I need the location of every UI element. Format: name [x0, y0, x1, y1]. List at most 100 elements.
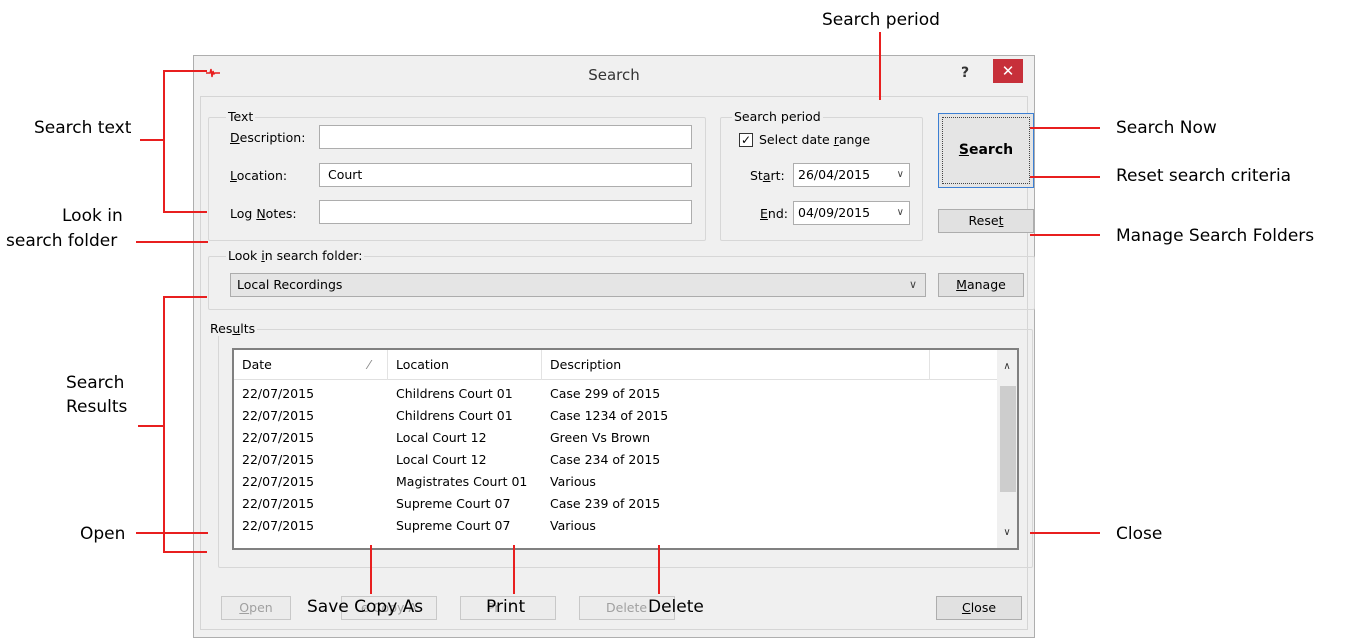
- cell-description: Case 1234 of 2015: [550, 408, 669, 423]
- search-button[interactable]: Search: [938, 113, 1034, 188]
- log-notes-field[interactable]: [319, 200, 692, 224]
- cell-location: Local Court 12: [396, 430, 487, 445]
- callout-line: [1030, 532, 1100, 534]
- title-bar[interactable]: Search ? ✕: [194, 56, 1034, 94]
- callout-line: [163, 296, 207, 298]
- help-button[interactable]: ?: [950, 62, 980, 84]
- callout-save-copy-as: Save Copy As: [307, 597, 424, 617]
- table-row[interactable]: 22/07/2015 Childrens Court 01 Case 299 o…: [234, 383, 992, 405]
- callout-line: [136, 532, 208, 534]
- cell-date: 22/07/2015: [242, 518, 315, 533]
- end-date-picker[interactable]: 04/09/2015 ∨: [793, 201, 910, 225]
- description-label: Description:: [230, 130, 306, 145]
- callout-reset: Reset search criteria: [1116, 166, 1292, 186]
- callout-delete: Delete: [648, 597, 704, 617]
- search-folder-value: Local Recordings: [237, 277, 343, 292]
- column-header-description[interactable]: Description: [542, 350, 930, 380]
- cell-location: Childrens Court 01: [396, 408, 513, 423]
- callout-line: [163, 296, 165, 553]
- results-scrollbar[interactable]: ∧ ∨: [997, 350, 1017, 548]
- callout-line: [140, 139, 164, 141]
- callout-line: [513, 545, 515, 594]
- table-row[interactable]: 22/07/2015 Local Court 12 Green Vs Brown: [234, 427, 992, 449]
- callout-open: Open: [80, 524, 126, 544]
- callout-close: Close: [1116, 524, 1163, 544]
- table-row[interactable]: 22/07/2015 Childrens Court 01 Case 1234 …: [234, 405, 992, 427]
- table-row[interactable]: 22/07/2015 Local Court 12 Case 234 of 20…: [234, 449, 992, 471]
- log-notes-label: Log Notes:: [230, 206, 297, 221]
- results-group-title: Results: [208, 321, 258, 336]
- callout-line: [1030, 127, 1100, 129]
- chevron-down-icon: ∨: [896, 169, 904, 180]
- table-row[interactable]: 22/07/2015 Magistrates Court 01 Various: [234, 471, 992, 493]
- cell-location: Childrens Court 01: [396, 386, 513, 401]
- start-date-picker[interactable]: 26/04/2015 ∨: [793, 163, 910, 187]
- table-row[interactable]: 22/07/2015 Supreme Court 07 Case 239 of …: [234, 493, 992, 515]
- search-button-label: Search: [942, 117, 1030, 184]
- callout-manage: Manage Search Folders: [1116, 226, 1315, 246]
- callout-line: [1030, 176, 1100, 178]
- callout-search-results-1: Search: [66, 373, 125, 393]
- callout-line: [163, 551, 207, 553]
- callout-line: [879, 32, 881, 100]
- cell-location: Supreme Court 07: [396, 496, 511, 511]
- search-folder-group-title: Look in search folder:: [226, 248, 365, 263]
- sort-indicator-icon: ⁄: [368, 357, 371, 372]
- search-folder-select[interactable]: Local Recordings ∨: [230, 273, 926, 297]
- callout-print: Print: [486, 597, 526, 617]
- cell-date: 22/07/2015: [242, 430, 315, 445]
- select-date-range-label[interactable]: Select date range: [759, 132, 870, 148]
- search-dialog: Search ? ✕ Text Description: Location: C…: [193, 55, 1035, 638]
- cell-description: Green Vs Brown: [550, 430, 651, 445]
- location-field[interactable]: Court: [319, 163, 692, 187]
- column-header-date[interactable]: Date ⁄: [234, 350, 388, 380]
- column-header-location[interactable]: Location: [388, 350, 542, 380]
- callout-search-period: Search period: [822, 10, 940, 30]
- callout-search-results-2: Results: [66, 397, 128, 417]
- cell-description: Various: [550, 474, 596, 489]
- chevron-down-icon: ∨: [896, 207, 904, 218]
- cell-date: 22/07/2015: [242, 452, 315, 467]
- cell-location: Local Court 12: [396, 452, 487, 467]
- callout-look-in-1: Look in: [62, 206, 123, 226]
- cell-date: 22/07/2015: [242, 474, 315, 489]
- callout-line: [163, 70, 207, 72]
- cell-date: 22/07/2015: [242, 408, 315, 423]
- start-date-label: Start:: [750, 168, 785, 183]
- reset-button[interactable]: Reset: [938, 209, 1034, 233]
- cell-description: Various: [550, 518, 596, 533]
- cell-description: Case 234 of 2015: [550, 452, 661, 467]
- scroll-down-icon[interactable]: ∨: [997, 524, 1017, 542]
- callout-look-in-2: search folder: [6, 231, 118, 251]
- scroll-up-icon[interactable]: ∧: [997, 358, 1017, 376]
- callout-line: [163, 211, 207, 213]
- close-button[interactable]: Close: [936, 596, 1022, 620]
- cell-location: Magistrates Court 01: [396, 474, 528, 489]
- callout-line: [138, 425, 164, 427]
- select-date-range-checkbox[interactable]: ✓: [739, 133, 753, 147]
- search-period-group-title: Search period: [732, 109, 823, 124]
- start-date-value: 26/04/2015: [798, 167, 871, 182]
- scrollbar-thumb[interactable]: [1000, 386, 1016, 492]
- results-list[interactable]: Date ⁄ Location Description 22/07/2015 C…: [232, 348, 1019, 550]
- cell-location: Supreme Court 07: [396, 518, 511, 533]
- table-row[interactable]: 22/07/2015 Supreme Court 07 Various: [234, 515, 992, 537]
- chevron-down-icon: ∨: [908, 278, 917, 291]
- description-field[interactable]: [319, 125, 692, 149]
- results-header: Date ⁄ Location Description: [234, 350, 1017, 380]
- window-title: Search: [588, 66, 640, 84]
- callout-search-text: Search text: [34, 118, 132, 138]
- manage-button[interactable]: Manage: [938, 273, 1024, 297]
- cell-description: Case 239 of 2015: [550, 496, 661, 511]
- callout-line: [136, 241, 208, 243]
- callout-line: [163, 70, 165, 212]
- callout-search-now: Search Now: [1116, 118, 1217, 138]
- callout-line: [370, 545, 372, 594]
- open-button[interactable]: Open: [221, 596, 291, 620]
- window-close-button[interactable]: ✕: [993, 59, 1023, 83]
- callout-line: [1030, 234, 1100, 236]
- callout-line: [658, 545, 660, 594]
- end-date-value: 04/09/2015: [798, 205, 871, 220]
- end-date-label: End:: [760, 206, 788, 221]
- location-label: Location:: [230, 168, 288, 183]
